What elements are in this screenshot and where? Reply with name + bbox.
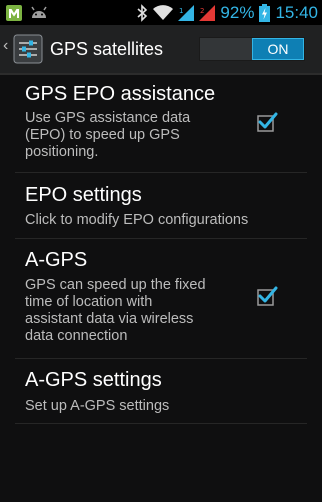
- epo-assistance-checkbox[interactable]: [256, 111, 278, 133]
- svg-text:1: 1: [179, 7, 183, 15]
- pref-summary: Click to modify EPO configurations: [25, 212, 295, 229]
- signal-2-icon: 2: [199, 4, 216, 21]
- pref-epo-settings[interactable]: EPO settings Click to modify EPO configu…: [15, 172, 307, 239]
- clock: 15:40: [275, 2, 318, 22]
- summary-line: time of location with: [25, 294, 153, 310]
- pref-summary: GPS can speed up the fixed time of locat…: [25, 277, 237, 345]
- pref-a-gps-settings[interactable]: A-GPS settings Set up A-GPS settings: [15, 358, 307, 424]
- pref-summary: Set up A-GPS settings: [25, 398, 295, 415]
- pref-title: EPO settings: [25, 184, 142, 206]
- up-caret-icon[interactable]: ‹: [3, 37, 8, 55]
- summary-line: positioning.: [25, 144, 99, 160]
- pref-gps-epo-assistance[interactable]: GPS EPO assistance Use GPS assistance da…: [15, 75, 307, 173]
- android-debug-icon: [30, 5, 48, 21]
- status-left: [6, 3, 48, 23]
- switch-on-thumb[interactable]: ON: [252, 38, 304, 60]
- page-title: GPS satellites: [50, 39, 164, 59]
- status-right: 1 2 92% 15:40: [136, 2, 318, 23]
- summary-line: Set up A-GPS settings: [25, 398, 170, 414]
- gps-settings-icon[interactable]: [13, 34, 43, 64]
- pref-title: A-GPS: [25, 249, 88, 271]
- m-notification-icon: [6, 5, 22, 21]
- pref-title: A-GPS settings: [25, 369, 162, 391]
- svg-text:2: 2: [200, 7, 204, 15]
- wifi-icon: [153, 4, 174, 21]
- summary-line: data connection: [25, 328, 128, 344]
- status-bar: 1 2 92% 15:40: [0, 0, 322, 25]
- battery-percent: 92%: [220, 2, 255, 22]
- battery-charging-icon: [259, 3, 271, 22]
- summary-line: assistant data via wireless: [25, 311, 194, 327]
- summary-line: Use GPS assistance data: [25, 110, 191, 126]
- bluetooth-icon: [136, 3, 148, 22]
- summary-line: Click to modify EPO configurations: [25, 212, 249, 228]
- master-toggle-switch[interactable]: ON: [199, 37, 305, 61]
- action-bar: ‹ GPS satellites ON: [0, 25, 322, 75]
- pref-summary: Use GPS assistance data (EPO) to speed u…: [25, 110, 237, 161]
- signal-1-icon: 1: [178, 4, 195, 21]
- pref-a-gps[interactable]: A-GPS GPS can speed up the fixed time of…: [15, 238, 307, 359]
- pref-title: GPS EPO assistance: [25, 83, 216, 105]
- a-gps-checkbox[interactable]: [256, 285, 278, 307]
- summary-line: (EPO) to speed up GPS: [25, 127, 180, 143]
- summary-line: GPS can speed up the fixed: [25, 277, 206, 293]
